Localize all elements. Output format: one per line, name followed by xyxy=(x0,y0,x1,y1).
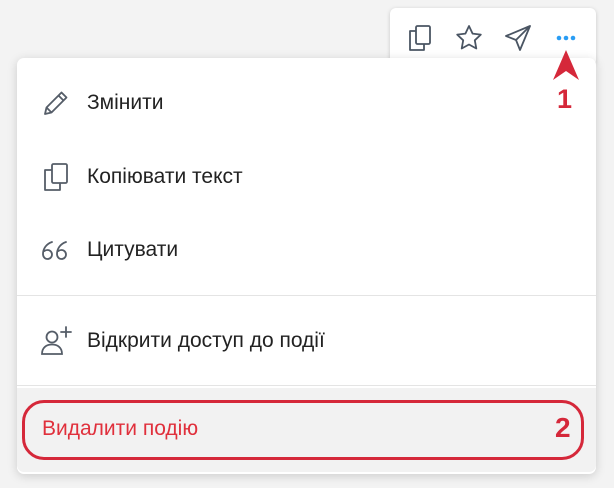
quote-icon xyxy=(39,233,73,267)
menu-item-label: Копіювати текст xyxy=(87,165,243,188)
pointer-arrow-icon xyxy=(553,50,579,80)
menu-item-edit[interactable]: Змінити xyxy=(17,67,596,139)
pencil-icon xyxy=(39,86,73,120)
menu-item-share-access[interactable]: Відкрити доступ до події xyxy=(17,305,596,377)
star-icon xyxy=(454,23,484,53)
copy-icon xyxy=(405,23,435,53)
menu-divider xyxy=(17,385,596,386)
menu-item-quote[interactable]: Цитувати xyxy=(17,214,596,286)
menu-item-label: Відкрити доступ до події xyxy=(87,329,325,352)
copy-icon xyxy=(39,160,73,194)
menu-item-label: Видалити подію xyxy=(42,417,199,440)
send-icon xyxy=(503,23,533,53)
menu-item-label: Змінити xyxy=(87,91,164,114)
menu-item-delete-event[interactable]: Видалити подію 2 xyxy=(17,388,596,472)
menu-item-label: Цитувати xyxy=(87,238,179,261)
message-context-menu: Змінити Копіювати текст Цитувати Відкрит… xyxy=(17,58,596,474)
step-marker-1: 1 xyxy=(557,84,573,114)
favorite-button[interactable] xyxy=(451,20,487,56)
forward-button[interactable] xyxy=(500,20,536,56)
copy-button[interactable] xyxy=(402,20,438,56)
step-marker-2: 2 xyxy=(555,412,571,443)
menu-item-copy-text[interactable]: Копіювати текст xyxy=(17,141,596,213)
add-user-icon xyxy=(39,324,73,358)
menu-divider xyxy=(17,295,596,296)
